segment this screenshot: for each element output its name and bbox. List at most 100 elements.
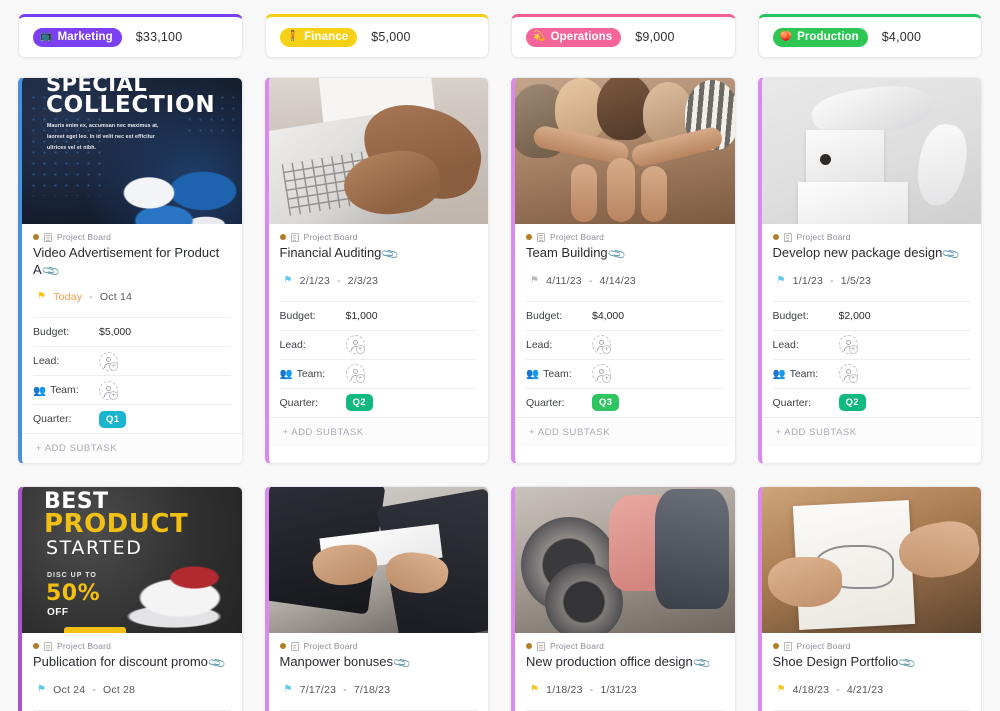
- lead-avatar-add-button[interactable]: +: [345, 335, 365, 355]
- add-subtask-button[interactable]: + ADD SUBTASK: [22, 433, 242, 464]
- list-icon: [290, 232, 299, 242]
- attachment-icon[interactable]: 📎: [380, 244, 401, 265]
- summary-card-operations[interactable]: 💫 Operations $9,000: [511, 14, 736, 58]
- task-card-shoe-design-portfolio[interactable]: Project Board Shoe Design Portfolio📎 ⚑ 4/18…: [757, 486, 982, 711]
- task-title[interactable]: Manpower bonuses📎: [279, 654, 478, 675]
- add-subtask-button[interactable]: + ADD SUBTASK: [515, 416, 735, 447]
- quarter-badge[interactable]: Q3: [592, 394, 620, 412]
- task-card-cover[interactable]: SPECIAL COLLECTION Mauris enim ex, accumsa…: [22, 78, 242, 224]
- category-emoji-icon: 💫: [533, 31, 546, 42]
- summary-card-finance[interactable]: 🧍 Finance $5,000: [264, 14, 489, 58]
- summary-card-marketing[interactable]: 📺 Marketing $33,100: [18, 14, 243, 58]
- field-row-quarter[interactable]: Quarter: Q2: [772, 387, 970, 417]
- attachment-icon[interactable]: 📎: [392, 654, 413, 675]
- field-row-team[interactable]: 👥 Team: +: [33, 375, 231, 404]
- task-date-range[interactable]: ⚑ Oct 24- Oct 28: [33, 676, 231, 710]
- category-emoji-icon: 📺: [40, 31, 53, 42]
- board-canvas: 📺 Marketing $33,100 🧍 Finance $5,000 💫 Operatio…: [0, 0, 1000, 711]
- task-title[interactable]: Financial Auditing📎: [280, 244, 478, 265]
- lead-avatar-add-button[interactable]: +: [838, 335, 858, 355]
- quarter-badge[interactable]: Q1: [99, 410, 127, 428]
- attachment-icon[interactable]: 📎: [692, 654, 713, 675]
- summary-card-production[interactable]: 🍑 Production $4,000: [757, 14, 982, 58]
- add-subtask-button[interactable]: + ADD SUBTASK: [268, 416, 488, 447]
- user-icon: [106, 356, 112, 362]
- task-date-range[interactable]: ⚑ 1/18/23-1/31/23: [526, 676, 724, 710]
- field-row-team[interactable]: 👥 Team: +: [279, 358, 477, 388]
- category-chip[interactable]: 📺 Marketing: [33, 27, 122, 47]
- task-card-cover[interactable]: [268, 487, 488, 634]
- add-subtask-button[interactable]: + ADD SUBTASK: [761, 416, 981, 447]
- budget-value: $2,000: [838, 309, 871, 322]
- quarter-badge[interactable]: Q2: [345, 394, 373, 412]
- category-chip[interactable]: 🍑 Production: [772, 27, 868, 47]
- team-avatar-add-button[interactable]: +: [99, 380, 118, 400]
- task-date-range[interactable]: ⚑ 1/1/23-1/5/23: [773, 267, 971, 301]
- task-card-cover[interactable]: BEST PRODUCT STARTED DISC UP TO 50% OFF: [22, 487, 242, 634]
- field-row-quarter[interactable]: Quarter: Q2: [279, 387, 477, 417]
- task-card-new-production-office-design[interactable]: Project Board New production office desig…: [511, 486, 736, 711]
- field-row-lead[interactable]: Lead: +: [772, 329, 970, 359]
- lead-avatar-add-button[interactable]: +: [592, 335, 611, 355]
- quarter-badge[interactable]: Q2: [838, 394, 866, 412]
- date-start: Today: [53, 291, 83, 304]
- field-row-budget[interactable]: Budget: $4,000: [526, 300, 724, 330]
- task-card-cover[interactable]: [268, 78, 488, 224]
- field-row-lead[interactable]: Lead: +: [279, 329, 477, 359]
- task-card-financial-auditing[interactable]: Project Board Financial Auditing📎 ⚑ 2/1/23-…: [264, 77, 489, 465]
- field-row-budget[interactable]: Budget: $2,000: [772, 300, 970, 330]
- task-title-text: Manpower bonuses: [279, 654, 393, 670]
- task-title[interactable]: Shoe Design Portfolio📎: [773, 654, 971, 675]
- team-avatar-add-button[interactable]: +: [345, 364, 365, 384]
- task-title[interactable]: New production office design📎: [526, 654, 724, 675]
- task-card-cover[interactable]: [515, 78, 735, 224]
- field-row-lead[interactable]: Lead: +: [33, 346, 231, 375]
- date-separator: -: [830, 274, 834, 287]
- task-title[interactable]: Develop new package design📎: [773, 244, 971, 265]
- team-avatar-add-button[interactable]: +: [838, 364, 858, 384]
- date-start: 4/18/23: [792, 684, 830, 697]
- task-date-range[interactable]: ⚑ 4/18/23-4/21/23: [773, 676, 971, 710]
- task-date-range[interactable]: ⚑ Today - Oct 14: [33, 283, 231, 317]
- date-end: Oct 28: [103, 684, 136, 697]
- task-card-publication-for-discount-promo[interactable]: BEST PRODUCT STARTED DISC UP TO 50% OFF Projec…: [18, 486, 243, 711]
- list-icon: [44, 641, 52, 651]
- status-dot-icon: [33, 234, 39, 240]
- project-board-label: Project Board: [550, 641, 605, 652]
- field-row-quarter[interactable]: Quarter: Q1: [33, 404, 231, 433]
- list-icon: [290, 641, 299, 651]
- attachment-icon[interactable]: 📎: [41, 261, 62, 282]
- task-title[interactable]: Video Advertisement for Product A📎: [33, 245, 231, 282]
- field-row-budget[interactable]: Budget: $5,000: [33, 317, 231, 346]
- task-card-body: Project Board Shoe Design Portfolio📎 ⚑ 4/18…: [762, 633, 982, 711]
- task-card-develop-new-package-design[interactable]: Project Board Develop new package design📎…: [757, 77, 982, 465]
- task-title[interactable]: Publication for discount promo📎: [33, 654, 231, 675]
- attachment-icon[interactable]: 📎: [897, 654, 918, 675]
- project-board-label: Project Board: [550, 232, 605, 242]
- lead-avatar-add-button[interactable]: +: [99, 351, 118, 371]
- field-row-lead[interactable]: Lead: +: [526, 329, 724, 359]
- cover-image-laptop-typing: [268, 78, 488, 224]
- field-row-team[interactable]: 👥 Team: +: [772, 358, 970, 388]
- task-date-range[interactable]: ⚑ 4/11/23-4/14/23: [526, 267, 724, 301]
- attachment-icon[interactable]: 📎: [207, 654, 228, 675]
- category-chip[interactable]: 🧍 Finance: [279, 27, 358, 47]
- field-row-quarter[interactable]: Quarter: Q3: [526, 387, 724, 417]
- task-card-team-building[interactable]: Project Board Team Building📎 ⚑ 4/11/23-4/14…: [511, 77, 736, 465]
- date-end: 4/14/23: [599, 274, 636, 287]
- category-chip[interactable]: 💫 Operations: [526, 27, 622, 47]
- date-separator: -: [89, 291, 93, 304]
- attachment-icon[interactable]: 📎: [941, 244, 962, 265]
- task-card-manpower-bonuses[interactable]: Project Board Manpower bonuses📎 ⚑ 7/17/23-7…: [264, 486, 489, 711]
- task-title[interactable]: Team Building📎: [526, 244, 724, 265]
- attachment-icon[interactable]: 📎: [607, 244, 628, 265]
- field-row-budget[interactable]: Budget: $1,000: [279, 300, 477, 330]
- task-date-range[interactable]: ⚑ 7/17/23-7/18/23: [280, 676, 478, 710]
- task-card-cover[interactable]: [515, 487, 735, 634]
- task-date-range[interactable]: ⚑ 2/1/23-2/3/23: [280, 267, 478, 301]
- task-card-cover[interactable]: [761, 78, 981, 224]
- task-card-video-advertisement-for-product-a[interactable]: SPECIAL COLLECTION Mauris enim ex, accumsa…: [18, 77, 243, 465]
- field-row-team[interactable]: 👥 Team: +: [526, 358, 724, 388]
- team-avatar-add-button[interactable]: +: [592, 364, 611, 384]
- task-card-cover[interactable]: [761, 487, 981, 634]
